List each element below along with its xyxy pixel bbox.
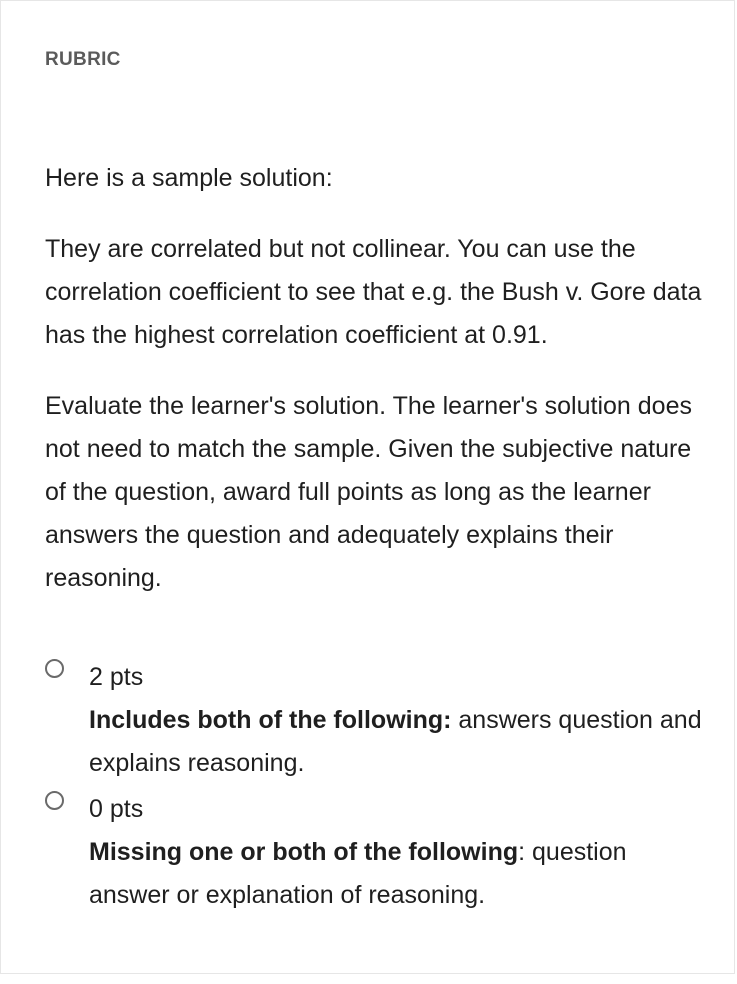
option-points: 0 pts <box>89 795 144 823</box>
rubric-option-2pts[interactable]: 2 pts Includes both of the following: an… <box>45 655 705 785</box>
option-criteria-bold: Missing one or both of the following <box>89 838 519 866</box>
option-criteria-bold: Includes both of the following: <box>89 706 452 734</box>
radio-button-0pts[interactable] <box>45 791 64 810</box>
instructions-text: Evaluate the learner's solution. The lea… <box>45 392 692 592</box>
option-points: 2 pts <box>89 663 144 691</box>
rubric-option-0pts[interactable]: 0 pts Missing one or both of the followi… <box>45 787 705 917</box>
rubric-heading: RUBRIC <box>45 49 121 70</box>
rubric-content: Here is a sample solution: They are corr… <box>45 157 705 628</box>
rubric-options: 2 pts Includes both of the following: an… <box>45 659 705 923</box>
sample-solution-text: They are correlated but not collinear. Y… <box>45 235 702 349</box>
option-criteria: Includes both of the following: answers … <box>89 699 705 785</box>
radio-button-2pts[interactable] <box>45 659 64 678</box>
intro-text: Here is a sample solution: <box>45 164 333 192</box>
rubric-panel: RUBRIC Here is a sample solution: They a… <box>0 0 735 974</box>
option-criteria: Missing one or both of the following: qu… <box>89 831 705 917</box>
